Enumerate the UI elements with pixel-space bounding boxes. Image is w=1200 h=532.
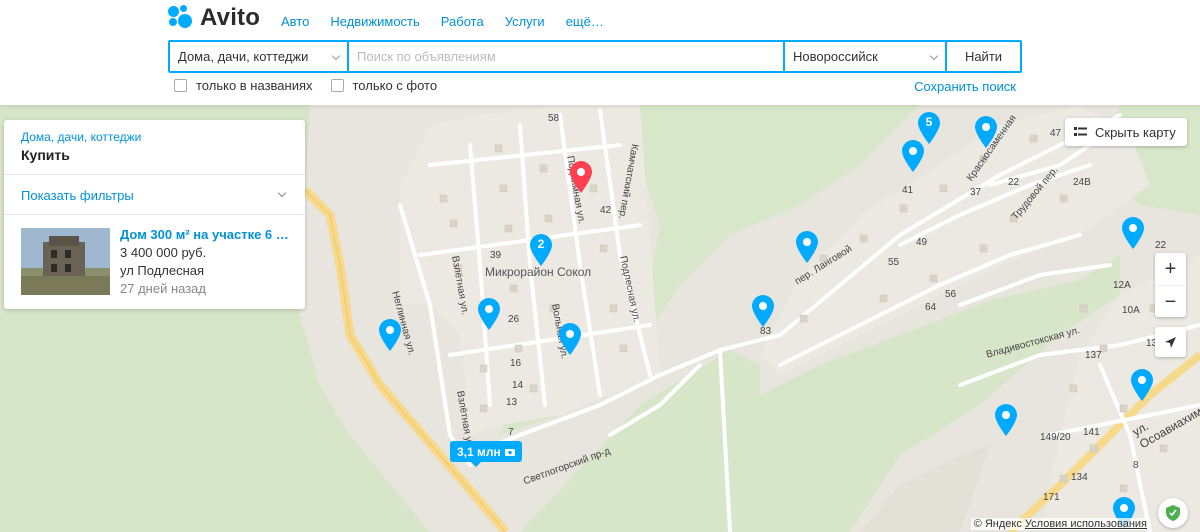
listing-price: 3 400 000 руб.	[120, 245, 207, 260]
city-value: Новороссийск	[793, 49, 878, 64]
house-number: 24В	[1073, 177, 1091, 188]
divider	[4, 174, 305, 175]
titles-only-label: только в названиях	[196, 78, 313, 93]
house-number: 39	[490, 250, 502, 261]
page-title: Купить	[21, 147, 70, 163]
map-pin-icon[interactable]	[476, 297, 502, 331]
house-number: 37	[970, 187, 982, 198]
nav-auto[interactable]: Авто	[281, 14, 309, 29]
hide-map-label: Скрыть карту	[1095, 124, 1176, 140]
map-pin-icon[interactable]	[1129, 368, 1155, 402]
price-tag-value: 3,1 млн	[457, 444, 501, 459]
map-pin-icon[interactable]	[750, 294, 776, 328]
house-number: 49	[916, 237, 928, 248]
price-tag-marker[interactable]: 3,1 млн	[450, 441, 522, 467]
house-number: 41	[902, 185, 914, 196]
house-number: 47	[1050, 128, 1062, 139]
avito-logo[interactable]: Avito	[168, 4, 261, 31]
map-pin-icon[interactable]	[377, 318, 403, 352]
district-label: Микрорайон Сокол	[485, 265, 592, 279]
house-number: 56	[945, 289, 957, 300]
map-pin-icon[interactable]	[973, 115, 999, 149]
house-number: 22	[1008, 177, 1020, 188]
with-photo-checkbox[interactable]	[330, 79, 344, 92]
house-number: 8	[1133, 460, 1139, 471]
category-select[interactable]: Дома, дачи, коттеджи	[170, 42, 349, 71]
house-number: 42	[600, 205, 612, 216]
house-number: 26	[508, 314, 520, 325]
house-number: 12А	[1113, 280, 1131, 291]
house-number: 14	[512, 380, 524, 391]
hide-map-button[interactable]: Скрыть карту	[1065, 118, 1187, 146]
house-number: 137	[1085, 350, 1102, 361]
map-copyright: © Яндекс Условия использования	[970, 518, 1150, 530]
category-value: Дома, дачи, коттеджи	[178, 49, 309, 64]
house-number: 13	[506, 397, 518, 408]
listing-address: ул Подлесная	[120, 263, 205, 278]
chevron-down-icon	[929, 51, 939, 61]
zoom-out-button[interactable]: −	[1155, 286, 1186, 318]
house-number: 58	[548, 113, 560, 124]
titles-only-option[interactable]: только в названиях	[174, 78, 313, 93]
house-number: 171	[1043, 492, 1060, 503]
listing-date: 27 дней назад	[120, 281, 206, 296]
titles-only-checkbox[interactable]	[174, 79, 187, 92]
nav-more[interactable]: ещё…	[566, 14, 604, 29]
map-pin-icon[interactable]	[557, 322, 583, 356]
map-cluster-pin[interactable]: 2	[528, 233, 554, 267]
chevron-down-icon[interactable]	[277, 188, 287, 198]
house-number: 149/20	[1040, 432, 1071, 443]
house-number: 7	[508, 427, 514, 438]
listing-title[interactable]: Дом 300 м² на участке 6 …	[120, 227, 295, 242]
logo-text: Avito	[200, 4, 261, 31]
logo-dots-icon	[168, 5, 194, 31]
search-placeholder: Поиск по объявлениям	[357, 49, 496, 64]
shield-icon[interactable]	[1158, 498, 1188, 528]
with-photo-label: только с фото	[352, 78, 438, 93]
house-number: 55	[888, 257, 900, 268]
top-nav: Авто Недвижимость Работа Услуги ещё…	[281, 14, 625, 29]
location-arrow-icon	[1165, 336, 1176, 348]
zoom-in-button[interactable]: +	[1155, 253, 1186, 286]
house-number: 22	[1155, 240, 1167, 251]
nav-services[interactable]: Услуги	[505, 14, 545, 29]
house-number: 10А	[1122, 305, 1140, 316]
list-icon	[1074, 127, 1087, 136]
terms-link[interactable]: Условия использования	[1025, 518, 1147, 530]
map-pin-icon[interactable]	[993, 403, 1019, 437]
camera-icon	[504, 448, 515, 456]
cluster-count: 2	[537, 237, 545, 251]
search-options: только в названиях только с фото	[174, 78, 455, 93]
house-number: 134	[1071, 472, 1088, 483]
nav-jobs[interactable]: Работа	[441, 14, 484, 29]
map-pin-icon[interactable]	[794, 230, 820, 264]
save-search-link[interactable]: Сохранить поиск	[914, 79, 1016, 94]
map-pin-icon[interactable]	[1120, 216, 1146, 250]
copyright-text: © Яндекс	[973, 518, 1022, 530]
map-pin-active-icon[interactable]	[568, 160, 594, 194]
search-bar: Дома, дачи, коттеджи Поиск по объявления…	[168, 40, 1022, 73]
geolocation-button[interactable]	[1155, 327, 1186, 357]
header: Avito Авто Недвижимость Работа Услуги ещ…	[0, 0, 1200, 105]
with-photo-option[interactable]: только с фото	[330, 78, 438, 93]
house-number: 141	[1083, 427, 1100, 438]
chevron-down-icon	[331, 51, 341, 61]
house-number: 64	[925, 302, 937, 313]
find-button[interactable]: Найти	[947, 42, 1020, 71]
breadcrumb[interactable]: Дома, дачи, коттеджи	[21, 130, 141, 144]
zoom-control: + −	[1155, 253, 1186, 317]
divider	[4, 214, 305, 215]
nav-realty[interactable]: Недвижимость	[330, 14, 419, 29]
show-filters-button[interactable]: Показать фильтры	[21, 188, 134, 203]
listing-panel: Дома, дачи, коттеджи Купить Показать фил…	[4, 120, 305, 309]
house-number: 16	[510, 358, 522, 369]
city-select[interactable]: Новороссийск	[785, 42, 947, 71]
cluster-count: 5	[925, 115, 933, 129]
map-cluster-pin[interactable]: 5	[916, 111, 942, 145]
listing-photo[interactable]	[21, 228, 110, 295]
search-input[interactable]: Поиск по объявлениям	[349, 42, 785, 71]
